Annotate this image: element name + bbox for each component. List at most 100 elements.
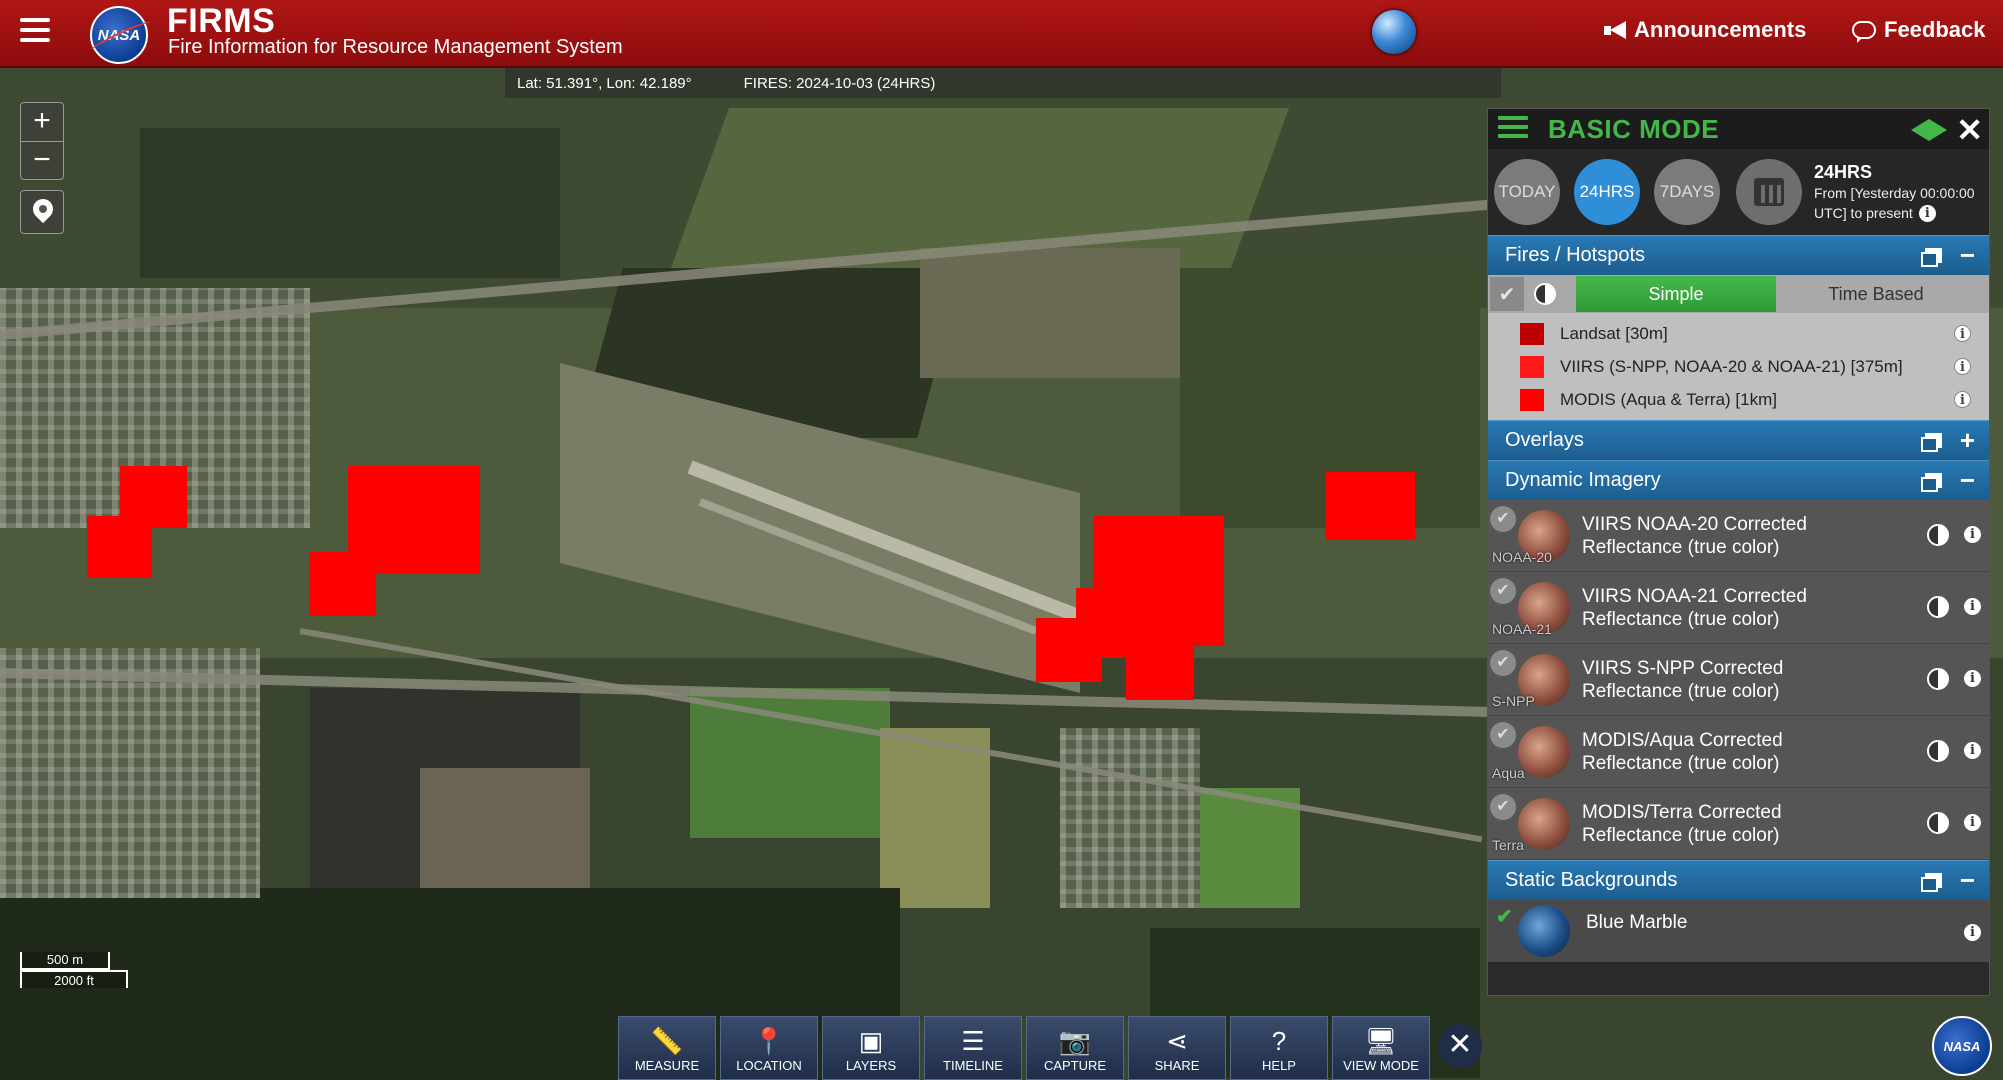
- fire-hotspot[interactable]: [1326, 472, 1415, 540]
- info-icon[interactable]: i: [1964, 598, 1981, 615]
- info-icon[interactable]: i: [1964, 526, 1981, 543]
- fire-hotspot[interactable]: [120, 466, 187, 528]
- info-icon[interactable]: i: [1954, 325, 1971, 342]
- sliders-icon: ☰: [961, 1026, 985, 1056]
- collapse-icon[interactable]: −: [1960, 240, 1975, 271]
- checkmark-icon[interactable]: ✔: [1490, 506, 1516, 532]
- location-button[interactable]: 📍 LOCATION: [720, 1016, 818, 1080]
- opacity-icon[interactable]: [1534, 283, 1556, 305]
- app-subtitle: Fire Information for Resource Management…: [168, 36, 623, 58]
- legend-label: VIIRS (S-NPP, NOAA-20 & NOAA-21) [375m]: [1560, 356, 1903, 376]
- share-button[interactable]: ⋖ SHARE: [1128, 1016, 1226, 1080]
- checkmark-icon[interactable]: ✔: [1496, 904, 1513, 929]
- info-icon[interactable]: i: [1964, 924, 1981, 941]
- checkmark-icon[interactable]: ✔: [1490, 794, 1516, 820]
- imagery-name-line1: VIIRS NOAA-21 Corrected: [1582, 585, 1807, 607]
- checkmark-icon[interactable]: ✔: [1490, 578, 1516, 604]
- legend-label: MODIS (Aqua & Terra) [1km]: [1560, 389, 1777, 409]
- expand-icon[interactable]: +: [1960, 425, 1975, 456]
- imagery-thumbnail: [1518, 725, 1570, 778]
- background-item-blue-marble[interactable]: ✔ Blue Marble i: [1488, 900, 1989, 962]
- checkmark-icon[interactable]: ✔: [1490, 722, 1516, 748]
- coordinate-bar: Lat: 51.391°, Lon: 42.189° FIRES: 2024-1…: [505, 68, 1501, 98]
- town-area: [0, 648, 260, 898]
- copy-layers-icon[interactable]: [1921, 248, 1942, 267]
- imagery-name-line2: Reflectance (true color): [1582, 680, 1780, 702]
- info-icon[interactable]: i: [1964, 742, 1981, 759]
- time-7days-button[interactable]: 7DAYS: [1654, 159, 1720, 225]
- toolbar-close-icon[interactable]: ✕: [1438, 1024, 1482, 1068]
- info-icon[interactable]: i: [1918, 205, 1936, 223]
- locate-button[interactable]: [20, 190, 64, 234]
- measure-button[interactable]: 📏 MEASURE: [618, 1016, 716, 1080]
- imagery-item-noaa20[interactable]: ✔ NOAA-20 VIIRS NOAA-20 Corrected Reflect…: [1488, 500, 1989, 572]
- camera-icon: 📷: [1058, 1026, 1092, 1056]
- time-today-button[interactable]: TODAY: [1494, 159, 1560, 225]
- panel-menu-icon[interactable]: [1498, 115, 1528, 143]
- copy-layers-icon[interactable]: [1921, 433, 1942, 452]
- info-icon[interactable]: i: [1964, 670, 1981, 687]
- zoom-in-button[interactable]: +: [21, 103, 63, 141]
- imagery-item-terra[interactable]: ✔ Terra MODIS/Terra Corrected Reflectance…: [1488, 788, 1989, 860]
- layers-icon: ▣: [858, 1026, 884, 1056]
- checkmark-icon[interactable]: ✔: [1490, 277, 1524, 311]
- section-static-backgrounds[interactable]: Static Backgrounds −: [1488, 860, 1989, 900]
- fire-mode-row: ✔ Simple Time Based: [1488, 275, 1989, 313]
- mode-title: BASIC MODE: [1548, 113, 1720, 144]
- feedback-link[interactable]: Feedback: [1852, 17, 1986, 43]
- legend-item-viirs: VIIRS (S-NPP, NOAA-20 & NOAA-21) [375m] …: [1488, 350, 1989, 383]
- opacity-icon[interactable]: [1927, 812, 1949, 834]
- copy-layers-icon[interactable]: [1921, 873, 1942, 892]
- share-label: SHARE: [1154, 1058, 1200, 1073]
- opacity-icon[interactable]: [1927, 668, 1949, 690]
- nasa-corner-logo[interactable]: NASA: [1932, 1016, 1992, 1076]
- map-field: [140, 128, 560, 278]
- zoom-out-button[interactable]: −: [21, 141, 63, 179]
- section-fires-hotspots[interactable]: Fires / Hotspots −: [1488, 235, 1989, 275]
- globe-icon[interactable]: [1372, 10, 1416, 54]
- time-24hrs-button[interactable]: 24HRS: [1574, 159, 1640, 225]
- checkmark-icon[interactable]: ✔: [1490, 650, 1516, 676]
- fire-hotspot[interactable]: [1126, 636, 1194, 700]
- announcements-link[interactable]: Announcements: [1604, 17, 1806, 43]
- help-button[interactable]: ? HELP: [1230, 1016, 1328, 1080]
- info-icon[interactable]: i: [1954, 391, 1971, 408]
- nasa-logo[interactable]: NASA: [90, 6, 148, 64]
- section-dynamic-imagery[interactable]: Dynamic Imagery −: [1488, 460, 1989, 500]
- capture-label: CAPTURE: [1043, 1058, 1107, 1073]
- layers-button[interactable]: ▣ LAYERS: [822, 1016, 920, 1080]
- legend-swatch: [1520, 322, 1544, 345]
- chat-bubble-icon: [1852, 21, 1876, 43]
- fire-hotspot[interactable]: [310, 552, 376, 616]
- imagery-tag: Terra: [1492, 837, 1524, 853]
- opacity-icon[interactable]: [1927, 740, 1949, 762]
- graduation-cap-icon[interactable]: [1911, 119, 1947, 141]
- calendar-button[interactable]: [1736, 159, 1802, 225]
- opacity-icon[interactable]: [1927, 524, 1949, 546]
- info-icon[interactable]: i: [1964, 814, 1981, 831]
- fire-hotspot[interactable]: [1036, 618, 1102, 682]
- help-label: HELP: [1262, 1058, 1296, 1073]
- imagery-item-noaa21[interactable]: ✔ NOAA-21 VIIRS NOAA-21 Corrected Reflect…: [1488, 572, 1989, 644]
- capture-button[interactable]: 📷 CAPTURE: [1026, 1016, 1124, 1080]
- simple-mode-tab[interactable]: Simple: [1576, 276, 1776, 312]
- time-range-line2: UTC] to present: [1814, 204, 1913, 221]
- timeline-button[interactable]: ☰ TIMELINE: [924, 1016, 1022, 1080]
- imagery-item-aqua[interactable]: ✔ Aqua MODIS/Aqua Corrected Reflectance (…: [1488, 716, 1989, 788]
- time-based-mode-tab[interactable]: Time Based: [1776, 276, 1976, 312]
- view-mode-button[interactable]: 🖥 VIEW MODE: [1332, 1016, 1430, 1080]
- panel-close-icon[interactable]: ✕: [1956, 111, 1983, 149]
- cursor-coordinates: Lat: 51.391°, Lon: 42.189°: [517, 74, 692, 92]
- opacity-icon[interactable]: [1927, 596, 1949, 618]
- time-range-line1: From [Yesterday 00:00:00: [1814, 184, 1975, 201]
- collapse-icon[interactable]: −: [1960, 465, 1975, 496]
- section-title: Static Backgrounds: [1505, 869, 1678, 891]
- copy-layers-icon[interactable]: [1921, 473, 1942, 492]
- collapse-icon[interactable]: −: [1960, 865, 1975, 896]
- main-menu-icon[interactable]: [20, 18, 50, 48]
- section-overlays[interactable]: Overlays +: [1488, 420, 1989, 460]
- imagery-item-snpp[interactable]: ✔ S-NPP VIIRS S-NPP Corrected Reflectance…: [1488, 644, 1989, 716]
- imagery-tag: S-NPP: [1492, 693, 1535, 709]
- map-field: [420, 768, 590, 898]
- info-icon[interactable]: i: [1954, 358, 1971, 375]
